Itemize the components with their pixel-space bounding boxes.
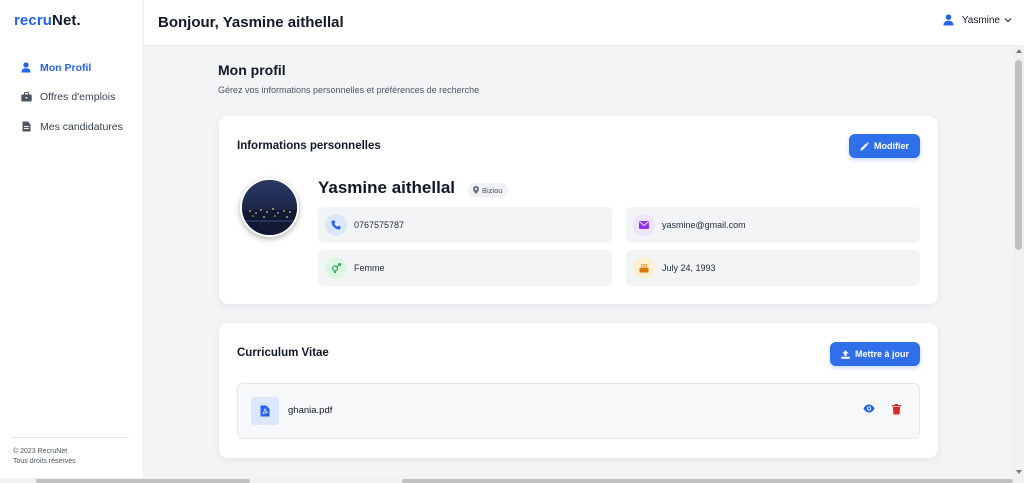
rights-text: Tous droits réservés [13,457,76,465]
avatar[interactable] [240,178,299,237]
brand-logo[interactable]: recruNet. [14,12,81,29]
pdf-file-icon [251,397,279,425]
phone-value: 0767575787 [354,220,405,230]
sidebar-item-candidatures[interactable]: Mes candidatures [0,112,144,142]
horizontal-scrollbar[interactable] [0,478,1013,483]
user-icon [943,14,954,26]
cv-title: Curriculum Vitae [237,347,329,359]
location-text: Biziou [482,185,503,195]
cv-card: Curriculum Vitae Mettre à jour ghania.pd… [219,323,938,458]
scrollbar-thumb[interactable] [1015,60,1022,250]
document-icon [20,121,32,133]
trash-icon[interactable] [892,404,901,415]
sidebar-item-mon-profil[interactable]: Mon Profil [0,53,144,83]
phone-field: 0767575787 [318,207,612,243]
update-cv-label: Mettre à jour [854,349,909,359]
scroll-down-arrow[interactable] [1016,470,1022,474]
brand-part-1: recru [14,12,53,29]
pencil-icon [860,141,869,151]
email-field: yasmine@gmail.com [626,207,920,243]
update-cv-button[interactable]: Mettre à jour [830,342,920,366]
envelope-icon [633,214,655,236]
birthday-cake-icon [633,257,655,279]
avatar-photo [242,180,297,235]
scrollbar-thumb-secondary[interactable] [402,479,1013,483]
sidebar-item-label: Mon Profil [40,61,92,74]
gender-icon [325,257,347,279]
gender-value: Femme [354,263,385,273]
briefcase-icon [20,91,32,103]
phone-icon [325,214,347,236]
scrollbar-thumb[interactable] [36,479,250,483]
personal-info-card: Informations personnelles Modifier Yasmi… [219,116,938,304]
sidebar-divider [12,437,129,438]
top-header: Bonjour, Yasmine aithellal Yasmine [144,0,1024,46]
birthdate-value: July 24, 1993 [662,263,716,273]
eye-icon[interactable] [863,404,875,413]
personal-info-title: Informations personnelles [237,140,381,152]
sidebar-nav: Mon Profil Offres d'emplois Mes candidat… [0,53,144,142]
brand-part-2: Net. [52,12,81,29]
map-pin-icon [473,186,479,194]
email-value: yasmine@gmail.com [662,220,746,230]
chevron-down-icon [1004,17,1012,23]
vertical-scrollbar[interactable] [1013,46,1024,483]
scroll-up-arrow[interactable] [1016,49,1022,53]
page-subtitle: Gérez vos informations personnelles et p… [218,85,480,95]
edit-button-label: Modifier [874,141,909,151]
sidebar-item-label: Mes candidatures [40,120,123,133]
copyright-text: © 2023 RecruNet [13,448,68,455]
gender-field: Femme [318,250,612,286]
page-title: Mon profil [218,62,286,78]
location-badge: Biziou [468,183,509,197]
sidebar-footer: © 2023 RecruNet Tous droits réservés [13,447,76,466]
sidebar: recruNet. Mon Profil Offres d'emplois Me… [0,0,144,483]
birthdate-field: July 24, 1993 [626,250,920,286]
greeting-title: Bonjour, Yasmine aithellal [158,14,344,31]
cv-file-name: ghania.pdf [288,405,333,416]
user-name: Yasmine [961,14,1000,26]
user-icon [20,62,32,74]
sidebar-item-label: Offres d'emplois [40,91,116,104]
cv-file-row: ghania.pdf [237,383,920,439]
profile-name: Yasmine aithellal [318,178,456,197]
upload-icon [841,349,850,359]
sidebar-item-offres[interactable]: Offres d'emplois [0,83,144,113]
user-menu[interactable]: Yasmine [943,14,1012,26]
edit-button[interactable]: Modifier [849,134,920,158]
